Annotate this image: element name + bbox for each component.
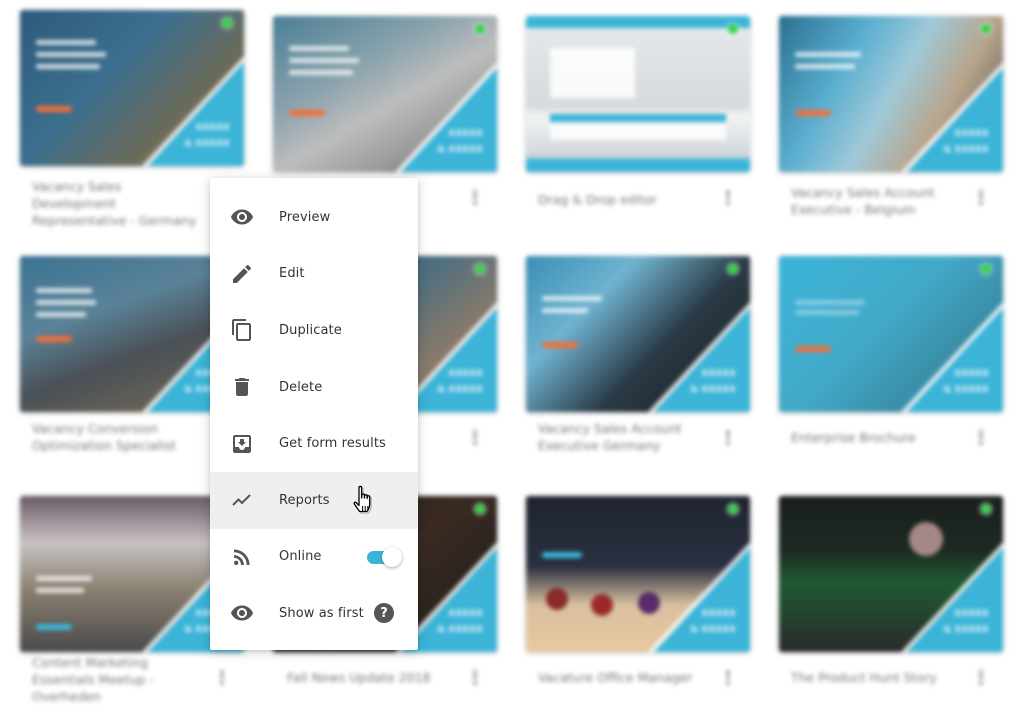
card-thumbnail[interactable]: XXXXX& XXXXX	[273, 16, 497, 172]
online-status-dot	[981, 24, 991, 34]
online-status-dot	[222, 18, 232, 28]
more-options-icon[interactable]	[471, 188, 479, 208]
card-brand: XXXXX& XXXXX	[437, 369, 483, 395]
online-status-dot	[981, 504, 991, 514]
online-status-dot	[475, 24, 485, 34]
card-brand: XXXXX& XXXXX	[690, 369, 736, 395]
online-status-dot	[728, 24, 738, 34]
online-status-dot	[981, 264, 991, 274]
download-tray-icon	[230, 432, 254, 456]
more-options-icon[interactable]	[471, 428, 479, 448]
online-status-dot	[475, 264, 485, 274]
card-thumbnail[interactable]: XXXXX& XXXXX	[526, 496, 750, 652]
menu-item-get-form-results[interactable]: Get form results	[210, 415, 418, 472]
card-brand: XXXXX& XXXXX	[437, 129, 483, 155]
trending-line-icon	[230, 488, 254, 512]
card-thumbnail[interactable]	[526, 16, 750, 172]
more-options-icon[interactable]	[218, 668, 226, 688]
card-thumbnail[interactable]: XXXXX& XXXXX	[779, 496, 1003, 652]
card-title: Enterprise Brochure	[791, 430, 916, 445]
menu-item-label: Reports	[279, 492, 330, 508]
card-title: Vacancy Conversion Optimization Speciali…	[32, 421, 176, 453]
menu-item-delete[interactable]: Delete	[210, 359, 418, 416]
menu-item-online[interactable]: Online	[210, 529, 418, 586]
more-options-icon[interactable]	[977, 188, 985, 208]
more-options-icon[interactable]	[724, 668, 732, 688]
card-brand: XXXXX& XXXXX	[943, 129, 989, 155]
menu-item-label: Show as first	[279, 605, 364, 621]
more-options-icon[interactable]	[724, 428, 732, 448]
card-brand: XXXXX& XXXXX	[690, 609, 736, 635]
menu-item-label: Edit	[279, 266, 305, 282]
copy-icon	[230, 318, 254, 342]
menu-item-show-as-first[interactable]: Show as first ?	[210, 585, 418, 642]
online-toggle[interactable]	[367, 546, 403, 567]
card-thumbnail[interactable]: XXXXX& XXXXX	[20, 10, 244, 166]
card-title: Vacancy Sales Development Representative…	[32, 179, 197, 228]
card-brand: XXXXX& XXXXX	[943, 369, 989, 395]
card-title: Vacature Office Manager	[538, 670, 693, 685]
eye-icon	[230, 205, 254, 229]
menu-item-duplicate[interactable]: Duplicate	[210, 302, 418, 359]
menu-item-edit[interactable]: Edit	[210, 246, 418, 303]
more-options-icon[interactable]	[977, 668, 985, 688]
menu-item-label: Duplicate	[279, 322, 342, 338]
more-options-icon[interactable]	[977, 428, 985, 448]
card-title: Drag & Drop editor	[538, 192, 657, 207]
menu-item-label: Get form results	[279, 436, 386, 452]
card-title: The Product Hunt Story	[791, 670, 937, 685]
menu-item-reports[interactable]: Reports	[210, 471, 418, 529]
card-title: Content Marketing Essentials Meetup - Ov…	[32, 655, 154, 704]
online-status-dot	[728, 504, 738, 514]
card-brand: XXXXX& XXXXX	[943, 609, 989, 635]
toggle-knob	[382, 546, 402, 567]
card-title: Vacancy Sales Account Executive - Belgiu…	[791, 185, 935, 217]
card-context-menu: Preview Edit Duplicate Delete Get form r…	[210, 178, 418, 650]
pencil-icon	[230, 262, 254, 286]
rss-icon	[230, 545, 254, 569]
online-status-dot	[475, 504, 485, 514]
menu-item-label: Delete	[279, 379, 323, 395]
online-status-dot	[728, 264, 738, 274]
menu-item-preview[interactable]: Preview	[210, 189, 418, 246]
card-brand: XXXXX& XXXXX	[437, 609, 483, 635]
menu-item-label: Online	[279, 549, 322, 565]
card-brand: XXXXX& XXXXX	[184, 123, 230, 149]
card-thumbnail[interactable]: XXXXX& XXXXX	[779, 256, 1003, 412]
card-thumbnail[interactable]: XXXXX& XXXXX	[779, 16, 1003, 172]
more-options-icon[interactable]	[724, 188, 732, 208]
menu-item-label: Preview	[279, 209, 331, 225]
card-thumbnail[interactable]: XXXXX& XXXXX	[526, 256, 750, 412]
eye-icon	[230, 601, 254, 625]
campaign-grid: XXXXX & XXXXX Vacancy Sales Development R…	[0, 0, 1020, 722]
more-options-icon[interactable]	[471, 668, 479, 688]
help-icon[interactable]: ?	[374, 603, 394, 624]
trash-icon	[230, 375, 254, 399]
card-title: Vacancy Sales Account Executive Germany	[538, 421, 682, 453]
card-title: Fall News Update 2018	[287, 670, 431, 685]
